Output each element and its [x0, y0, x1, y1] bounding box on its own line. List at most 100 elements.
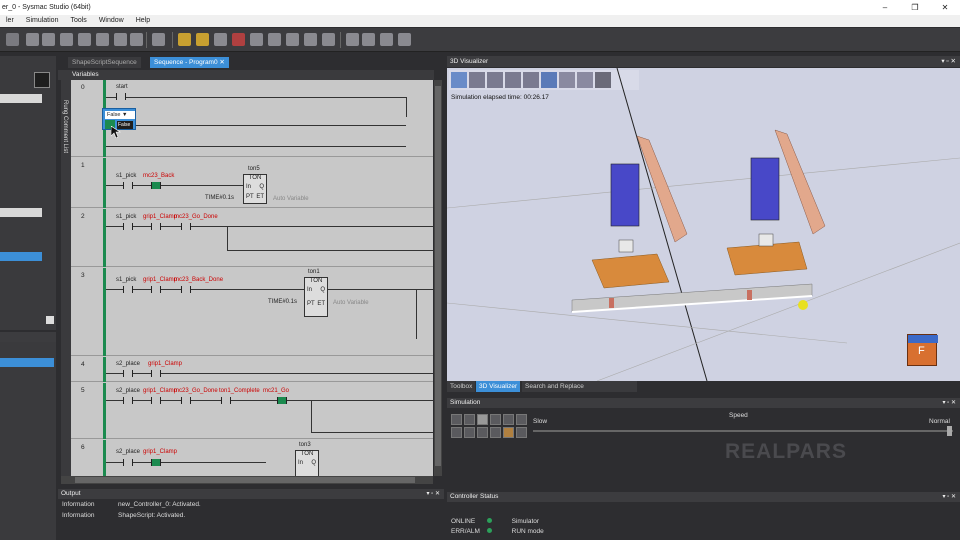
settings-icon[interactable]: [304, 33, 317, 46]
output-row[interactable]: Information new_Controller_0: Activated.: [58, 499, 444, 510]
paste-icon[interactable]: [78, 33, 91, 46]
tab-search-and-replace[interactable]: Search and Replace: [522, 381, 637, 392]
warning-icon[interactable]: [178, 33, 191, 46]
contact-label: grip1_Clamp: [148, 361, 183, 367]
cross-reference-icon[interactable]: [322, 33, 335, 46]
rung-4[interactable]: 4 s2_place grip1_Clamp: [71, 357, 433, 382]
ton-block[interactable]: TON In Q PT ET: [304, 277, 328, 317]
pause-icon[interactable]: [464, 414, 475, 425]
contact[interactable]: [116, 93, 126, 100]
zoom-out-icon[interactable]: [380, 33, 393, 46]
tab-toolbox[interactable]: Toolbox: [447, 381, 476, 392]
contact[interactable]: [123, 286, 133, 293]
monitor-icon[interactable]: [250, 33, 263, 46]
undo-icon[interactable]: [96, 33, 109, 46]
reset-icon[interactable]: [451, 427, 462, 438]
rung-1[interactable]: 1 s1_pick mc23_Back ton5 TON In Q PT ET …: [71, 158, 433, 208]
compare-icon[interactable]: [268, 33, 281, 46]
explorer-item-selected[interactable]: [0, 252, 42, 261]
panel-controls-icon[interactable]: ▾ ▫ ✕: [427, 489, 441, 499]
speed-slider-thumb[interactable]: [947, 426, 952, 436]
output-row[interactable]: Information ShapeScript: Activated.: [58, 510, 444, 521]
contact[interactable]: [123, 223, 133, 230]
explorer-item[interactable]: [0, 94, 42, 103]
record-icon[interactable]: [503, 427, 514, 438]
menu-tools[interactable]: Tools: [64, 15, 92, 27]
minimize-button[interactable]: –: [870, 0, 900, 15]
menu-help[interactable]: Help: [130, 15, 156, 27]
explorer-item[interactable]: [0, 208, 42, 217]
redo-icon[interactable]: [114, 33, 127, 46]
contact[interactable]: [151, 286, 161, 293]
vertical-scrollbar[interactable]: [434, 80, 442, 476]
select-icon[interactable]: [346, 33, 359, 46]
tab-3d-visualizer[interactable]: 3D Visualizer: [476, 381, 521, 392]
tab-shapescriptsequence[interactable]: ShapeScriptSequence: [68, 57, 141, 68]
step-icon[interactable]: [451, 414, 462, 425]
contact[interactable]: [123, 459, 133, 466]
menu-controller[interactable]: ler: [0, 15, 20, 27]
panel-toggle-icon[interactable]: [34, 72, 50, 88]
contact[interactable]: [221, 397, 231, 404]
contact[interactable]: [123, 370, 133, 377]
rung-0[interactable]: 0 start False ▼ False: [71, 80, 433, 157]
close-button[interactable]: ✕: [930, 0, 960, 15]
settings-icon[interactable]: [516, 427, 527, 438]
contact-on[interactable]: [151, 182, 161, 189]
close-icon[interactable]: ✕: [219, 59, 224, 66]
horizontal-scrollbar[interactable]: [61, 476, 433, 484]
rung-comment-list-bar[interactable]: Rung Comment List: [61, 80, 71, 476]
menu-window[interactable]: Window: [93, 15, 130, 27]
speed-slider-track[interactable]: [533, 430, 953, 432]
pin-icon[interactable]: [46, 316, 54, 324]
copy-icon[interactable]: [60, 33, 73, 46]
contact[interactable]: [151, 370, 161, 377]
panel-controls-icon[interactable]: ▾ ▫ ✕: [943, 492, 957, 502]
contact-on[interactable]: [277, 397, 287, 404]
contact[interactable]: [181, 397, 191, 404]
ton-block[interactable]: TON In Q PT ET: [243, 174, 267, 204]
contact-on[interactable]: [151, 459, 161, 466]
simulation-title: Simulation: [450, 399, 481, 406]
tab-sequence-program0[interactable]: Sequence - Program0 ✕: [150, 57, 229, 68]
rung-6[interactable]: 6 s2_place grip1_Clamp ton3 TON In Q: [71, 440, 433, 476]
panel-controls-icon[interactable]: ▾ ▫ ✕: [943, 398, 957, 408]
run-icon[interactable]: [490, 414, 501, 425]
build-icon[interactable]: [152, 33, 165, 46]
step-out-icon[interactable]: [516, 414, 527, 425]
contact[interactable]: [181, 223, 191, 230]
contact[interactable]: [151, 223, 161, 230]
contact[interactable]: [123, 182, 133, 189]
3d-scene[interactable]: Simulation elapsed time: 00:26.17 F: [447, 68, 960, 381]
rung-5[interactable]: 5 s2_place grip1_Clamp mc23_Go_Done ton1…: [71, 383, 433, 439]
fit-icon[interactable]: [398, 33, 411, 46]
properties-item-selected[interactable]: [0, 358, 54, 367]
rung-3[interactable]: 3 s1_pick grip1_Clamp mc23_Back_Done ton…: [71, 268, 433, 356]
clear-icon[interactable]: [477, 427, 488, 438]
menu-simulation[interactable]: Simulation: [20, 15, 65, 27]
variables-bar[interactable]: Variables: [58, 70, 434, 80]
stop-icon[interactable]: [232, 33, 245, 46]
popup-dropdown[interactable]: False ▼: [105, 111, 135, 119]
online-icon[interactable]: [196, 33, 209, 46]
breakpoint-icon[interactable]: [464, 427, 475, 438]
contact[interactable]: [151, 397, 161, 404]
contact[interactable]: [181, 286, 191, 293]
cut-icon[interactable]: [42, 33, 55, 46]
navigation-cube[interactable]: F: [907, 334, 938, 366]
wrench-icon[interactable]: [26, 33, 39, 46]
delete-icon[interactable]: [130, 33, 143, 46]
save-icon[interactable]: [6, 33, 19, 46]
rung-2[interactable]: 2 s1_pick grip1_Clamp mc23_Go_Done: [71, 209, 433, 267]
panel-controls-icon[interactable]: ▾ ▫ ✕: [941, 56, 956, 67]
ton-block[interactable]: TON In Q: [295, 450, 319, 476]
hand-icon[interactable]: [490, 427, 501, 438]
transfer-icon[interactable]: [214, 33, 227, 46]
contact[interactable]: [123, 397, 133, 404]
sync-icon[interactable]: [286, 33, 299, 46]
zoom-in-icon[interactable]: [362, 33, 375, 46]
fb-instance: ton3: [299, 442, 311, 448]
step-over-icon[interactable]: [503, 414, 514, 425]
stop-icon[interactable]: [477, 414, 488, 425]
maximize-button[interactable]: ❐: [900, 0, 930, 15]
